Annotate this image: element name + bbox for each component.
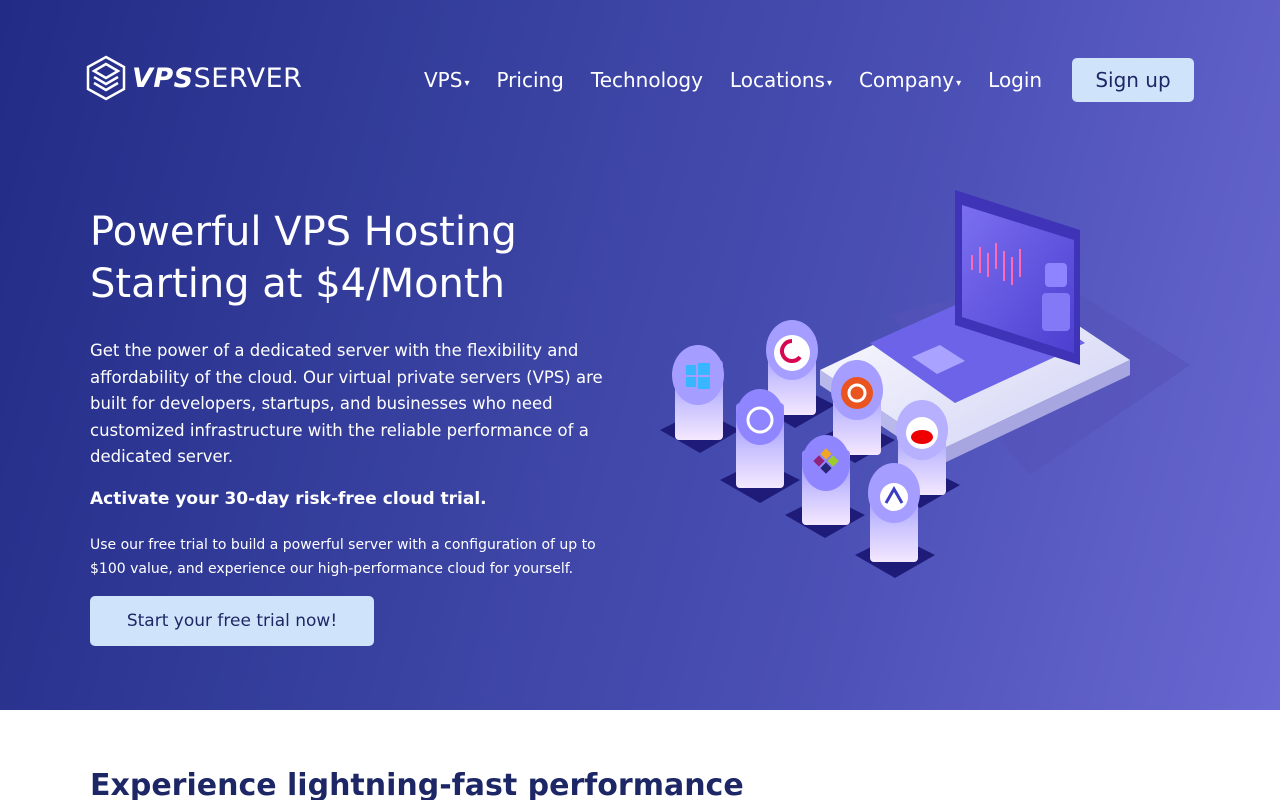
- ubuntu-icon: [841, 377, 873, 409]
- nav-item-label: Technology: [590, 68, 703, 92]
- screen-widget: [1042, 293, 1070, 331]
- hero-title: Powerful VPS Hosting Starting at $4/Mont…: [90, 209, 517, 307]
- hero-illustration: [660, 190, 1190, 578]
- screen-logo-badge: [1045, 263, 1067, 287]
- hero-section: VPSSERVER VPS ▾ Pricing Technology Locati…: [0, 0, 1280, 710]
- chevron-down-icon: ▾: [956, 77, 962, 89]
- section-heading: Experience lightning-fast performance: [90, 768, 744, 800]
- nav-item-company[interactable]: Company ▾: [859, 68, 961, 92]
- logo-wordmark: VPSSERVER: [132, 62, 303, 94]
- signup-button[interactable]: Sign up: [1072, 58, 1194, 102]
- nav-item-pricing[interactable]: Pricing: [496, 68, 563, 92]
- nav-item-label: Login: [988, 68, 1043, 92]
- nav-item-label: Locations: [729, 68, 825, 92]
- nav-item-locations[interactable]: Locations ▾: [730, 68, 832, 92]
- nav-item-technology[interactable]: Technology: [591, 68, 703, 92]
- logo-cube-icon: [86, 55, 126, 101]
- nav-item-label: Company: [858, 68, 955, 92]
- logo[interactable]: VPSSERVER: [86, 54, 302, 102]
- trial-headline: Activate your 30-day risk-free cloud tri…: [90, 489, 487, 509]
- start-trial-button[interactable]: Start your free trial now!: [90, 596, 374, 646]
- chevron-down-icon: ▾: [826, 77, 832, 89]
- os-pillar-windows: [660, 345, 740, 453]
- nav-item-login[interactable]: Login: [988, 68, 1042, 92]
- nav-item-label: Pricing: [496, 68, 564, 92]
- chevron-down-icon: ▾: [464, 77, 470, 89]
- trial-note: Use our free trial to build a powerful s…: [90, 537, 596, 577]
- hero-description: Get the power of a dedicated server with…: [90, 341, 603, 466]
- main-nav: VPS ▾ Pricing Technology Locations ▾ Compa…: [424, 64, 1069, 96]
- nav-item-vps[interactable]: VPS ▾: [424, 68, 469, 92]
- nav-item-label: VPS: [424, 68, 463, 92]
